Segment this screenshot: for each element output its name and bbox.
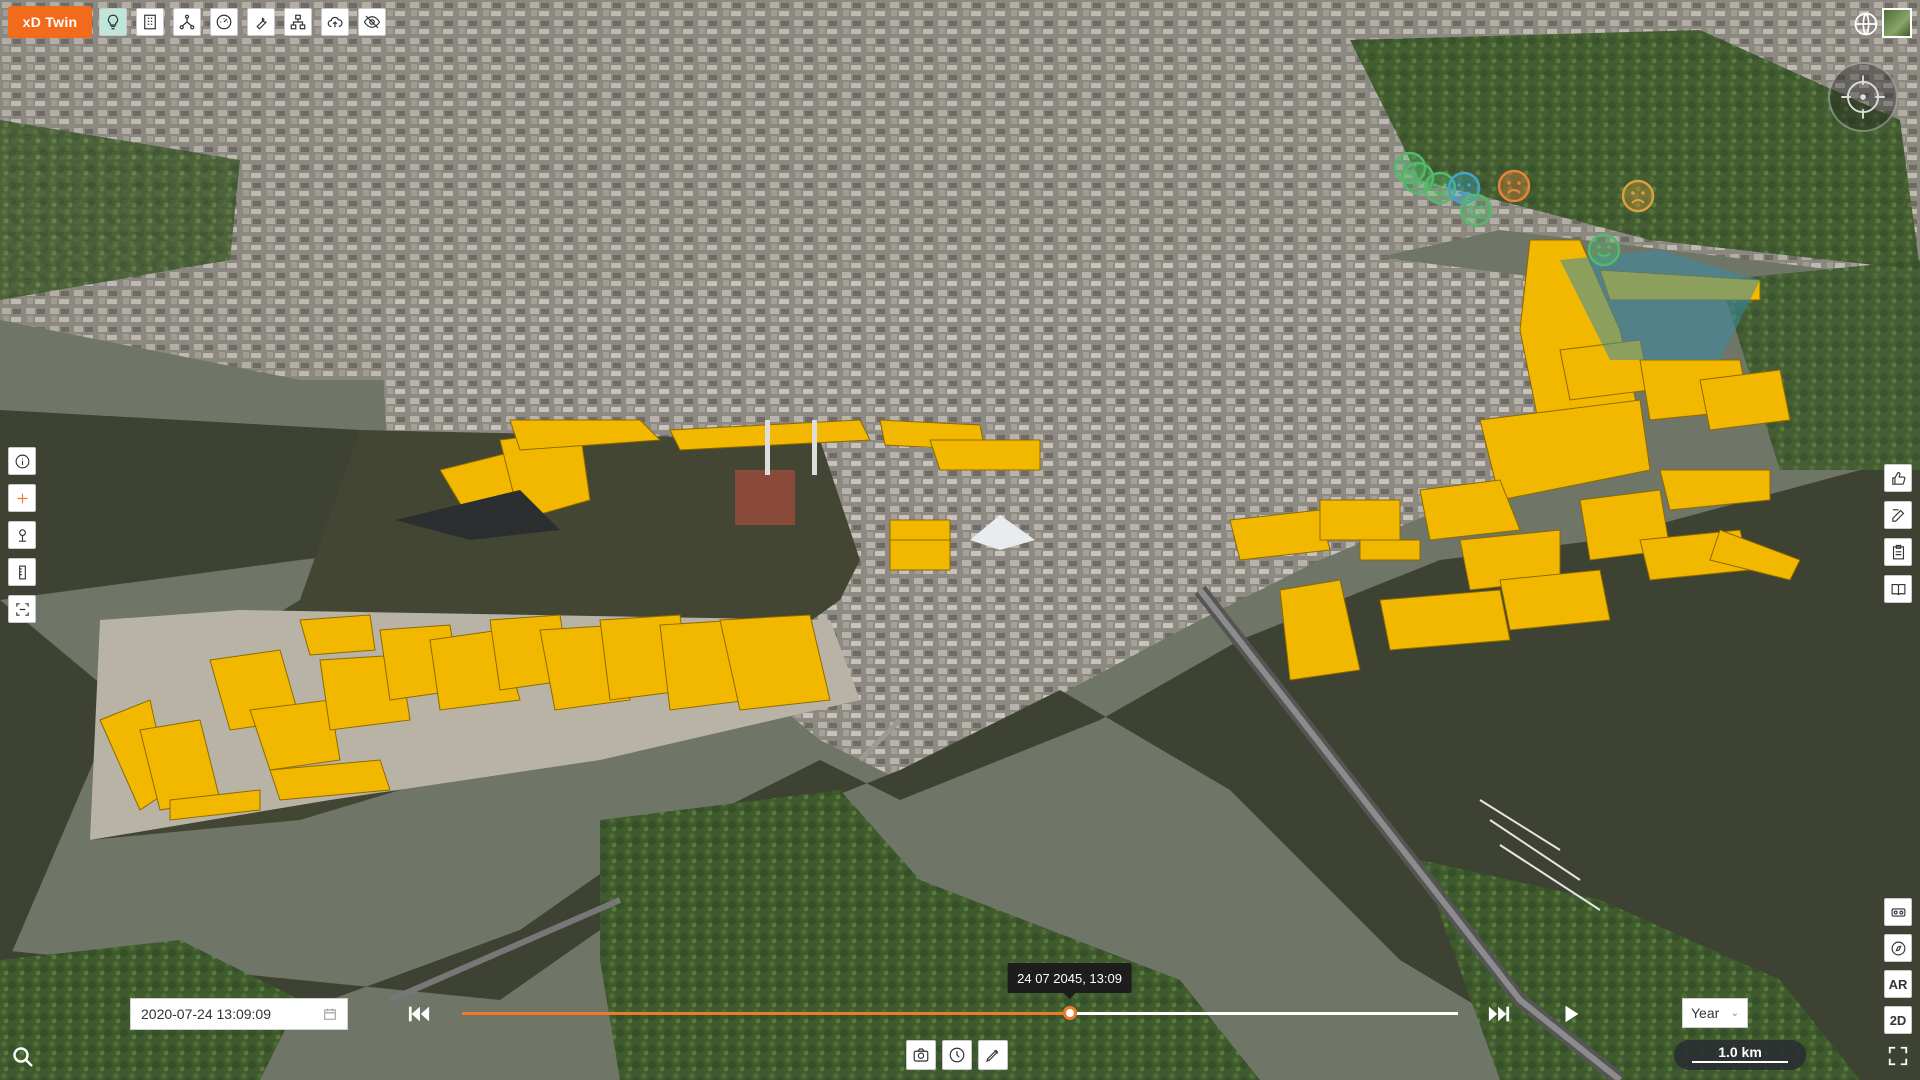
clock-icon[interactable] <box>942 1040 972 1070</box>
vr-icon[interactable] <box>1884 898 1912 926</box>
skip-back-icon[interactable] <box>406 1002 432 1026</box>
skip-forward-icon[interactable] <box>1486 1002 1512 1026</box>
feedback-marker-sad[interactable] <box>1621 179 1655 213</box>
edit-icon[interactable] <box>1884 501 1912 529</box>
ar-button[interactable]: AR <box>1884 970 1912 998</box>
ruler-icon[interactable] <box>8 558 36 586</box>
feedback-marker-sad[interactable] <box>1497 169 1531 203</box>
feedback-marker-happy[interactable] <box>1459 193 1493 227</box>
search-icon[interactable] <box>8 1042 38 1072</box>
period-select[interactable]: Year ⌄ <box>1682 998 1748 1028</box>
wrench-icon[interactable] <box>247 8 275 36</box>
book-icon[interactable] <box>1884 575 1912 603</box>
compass-icon[interactable] <box>1884 934 1912 962</box>
basemap-thumbnail[interactable] <box>1882 8 1912 38</box>
scale-label: 1.0 km <box>1718 1044 1762 1060</box>
feedback-marker-happy[interactable] <box>1587 233 1621 267</box>
pen-icon[interactable] <box>978 1040 1008 1070</box>
pin-icon[interactable] <box>8 521 36 549</box>
map-scale: 1.0 km <box>1674 1040 1806 1070</box>
camera-icon[interactable] <box>906 1040 936 1070</box>
brand-logo[interactable]: xD Twin <box>8 6 92 38</box>
mode-2d-button[interactable]: 2D <box>1884 1006 1912 1034</box>
chevron-down-icon: ⌄ <box>1730 1007 1739 1019</box>
timeline-progress <box>462 1012 1070 1015</box>
timeline-handle[interactable] <box>1062 1006 1077 1020</box>
frame-icon[interactable] <box>8 595 36 623</box>
thumbs-up-icon[interactable] <box>1884 464 1912 492</box>
plus-icon[interactable] <box>8 484 36 512</box>
globe-icon[interactable] <box>1852 10 1880 38</box>
fullscreen-icon[interactable] <box>1884 1042 1912 1070</box>
building-icon[interactable] <box>136 8 164 36</box>
calendar-icon[interactable] <box>323 1007 337 1021</box>
navigation-compass[interactable] <box>1828 62 1898 132</box>
clipboard-icon[interactable] <box>1884 538 1912 566</box>
hierarchy-icon[interactable] <box>284 8 312 36</box>
timeline-track[interactable] <box>462 1012 1458 1015</box>
play-icon[interactable] <box>1558 1002 1584 1026</box>
feedback-markers <box>1393 151 1655 267</box>
network-icon[interactable] <box>173 8 201 36</box>
info-icon[interactable] <box>8 447 36 475</box>
timeline-tooltip: 24 07 2045, 13:09 <box>1007 963 1132 999</box>
period-value: Year <box>1691 1005 1720 1021</box>
date-field[interactable]: 2020-07-24 13:09:09 <box>130 998 348 1030</box>
gauge-icon[interactable] <box>210 8 238 36</box>
cloud-upload-icon[interactable] <box>321 8 349 36</box>
lightbulb-icon[interactable] <box>99 8 127 36</box>
eye-off-icon[interactable] <box>358 8 386 36</box>
map-view[interactable] <box>0 0 1920 1080</box>
date-value: 2020-07-24 13:09:09 <box>141 1006 271 1022</box>
